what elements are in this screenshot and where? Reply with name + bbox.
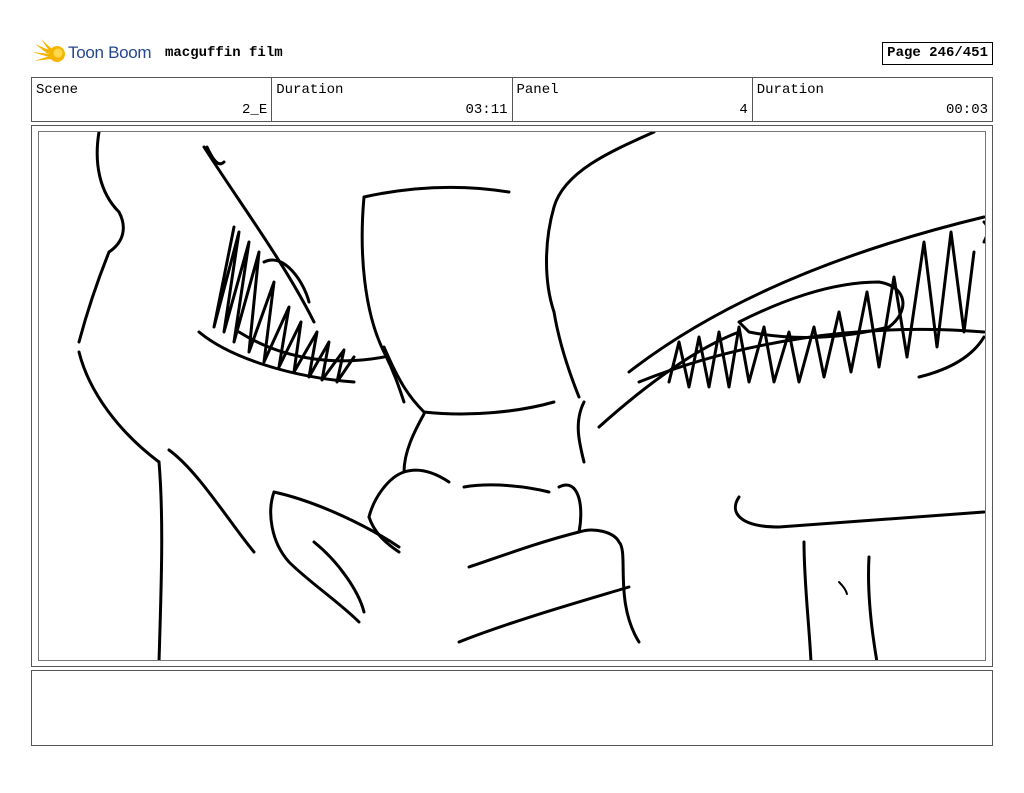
right-creature-head [545, 132, 656, 399]
scene-info-row: Scene 2_E Duration 03:11 Panel 4 Duratio… [31, 77, 993, 122]
scene-duration-value: 03:11 [465, 102, 508, 118]
panel-label: Panel [516, 82, 559, 98]
scene-cell: Scene 2_E [32, 78, 273, 121]
film-title: macguffin film [165, 45, 283, 61]
scene-duration-cell: Duration 03:11 [272, 78, 513, 121]
panel-notes-box [31, 670, 993, 746]
storyboard-sketch [77, 132, 985, 660]
central-snout [362, 185, 511, 199]
brand-name: Toon Boom [68, 43, 152, 62]
scene-duration-label: Duration [276, 82, 344, 98]
panel-frame [31, 125, 993, 667]
panel-duration-cell: Duration 00:03 [753, 78, 992, 121]
left-creature-outline [77, 132, 125, 344]
panel-duration-value: 00:03 [945, 102, 988, 118]
claw-hand [269, 490, 361, 624]
starburst-icon [32, 39, 65, 62]
scene-value: 2_E [242, 102, 268, 118]
panel-value: 4 [739, 102, 748, 118]
storyboard-header: Toon Boom macguffin film Page 246/451 [31, 36, 993, 70]
page-counter: Page 246/451 [882, 42, 993, 65]
panel-cell: Panel 4 [513, 78, 753, 121]
right-creature-legs [802, 540, 813, 660]
toon-boom-logo: Toon Boom [31, 36, 152, 70]
scene-label: Scene [36, 82, 79, 98]
panel-duration-label: Duration [756, 82, 824, 98]
panel-image-area [38, 131, 986, 661]
